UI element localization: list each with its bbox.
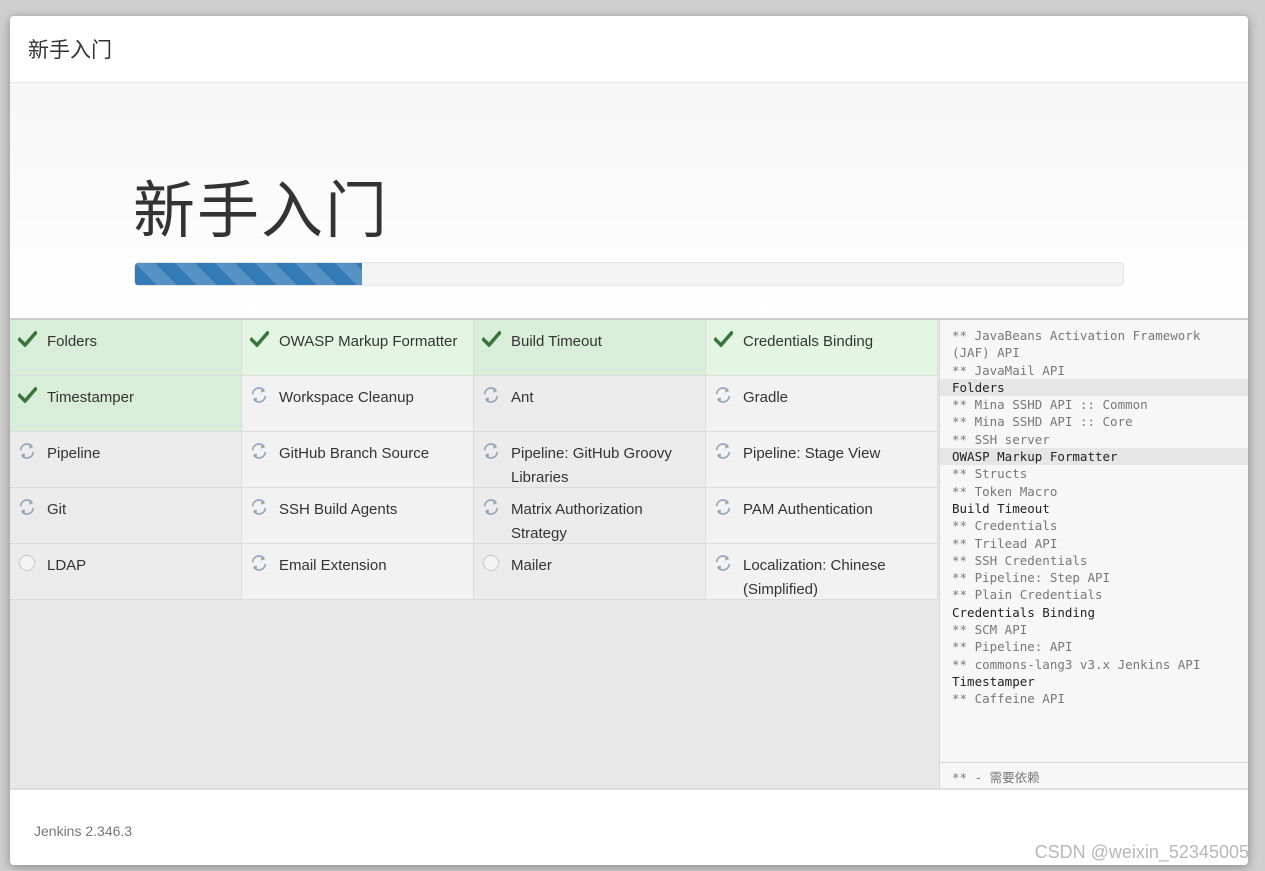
jenkins-version: Jenkins 2.346.3 <box>34 823 133 839</box>
plugin-name: LDAP <box>47 557 87 574</box>
log-dependency-line: ** JavaBeans Activation Framework (JAF) … <box>952 328 1208 361</box>
log-dependency-line: ** SSH server <box>952 431 1050 447</box>
check-icon <box>17 329 37 349</box>
plugin-item: Ant <box>474 376 706 432</box>
install-progress-bar <box>134 262 1124 286</box>
log-dependency-line: ** JavaMail API <box>952 362 1065 378</box>
plugin-item: Mailer <box>474 544 706 600</box>
spinner-icon <box>17 497 37 517</box>
watermark-text: CSDN @weixin_52345005 <box>1034 842 1249 862</box>
plugin-item: SSH Build Agents <box>242 488 474 544</box>
plugin-name: OWASP Markup Formatter <box>279 333 458 350</box>
plugin-name: Email Extension <box>279 557 387 574</box>
log-dependency-line: ** SSH Credentials <box>952 552 1088 568</box>
log-dependency-line: ** Caffeine API <box>952 691 1065 707</box>
log-dependency-line: ** Mina SSHD API :: Core <box>952 414 1133 430</box>
plugin-name: PAM Authentication <box>743 501 873 518</box>
log-plugin-line: Folders <box>940 378 1248 397</box>
plugin-name: Credentials Binding <box>743 333 874 350</box>
plugin-item: OWASP Markup Formatter <box>242 320 474 376</box>
install-log: ** JavaBeans Activation Framework (JAF) … <box>940 320 1248 708</box>
plugin-name: SSH Build Agents <box>279 501 398 518</box>
log-dependency-line: ** Plain Credentials <box>952 587 1103 603</box>
plugin-item: Matrix Authorization Strategy <box>474 488 706 544</box>
hero-section: 新手入门 <box>10 83 1248 317</box>
log-dependency-line: ** Token Macro <box>952 483 1058 499</box>
install-area: Folders OWASP Markup Formatter Build Timeo… <box>10 318 1248 790</box>
spinner-icon <box>249 553 269 573</box>
plugin-name: Matrix Authorization Strategy <box>511 501 643 542</box>
log-dependency-line: ** Structs <box>952 466 1028 482</box>
circle-icon <box>17 553 37 573</box>
plugin-item: Pipeline: GitHub Groovy Libraries <box>474 432 706 488</box>
spinner-icon <box>713 441 733 461</box>
log-plugin-line: Build Timeout <box>952 500 1050 516</box>
spinner-icon <box>249 441 269 461</box>
plugin-item: Pipeline <box>10 432 242 488</box>
log-plugin-line: Timestamper <box>952 673 1035 689</box>
spinner-icon <box>713 497 733 517</box>
log-plugin-line: OWASP Markup Formatter <box>940 448 1248 466</box>
check-icon <box>713 329 733 349</box>
log-dependency-line: ** Pipeline: API <box>952 639 1073 655</box>
plugin-name: Git <box>47 501 67 518</box>
spinner-icon <box>481 441 501 461</box>
log-dependency-line: ** Trilead API <box>952 535 1058 551</box>
install-log-panel[interactable]: ** JavaBeans Activation Framework (JAF) … <box>939 320 1248 790</box>
hero-title: 新手入门 <box>133 177 390 246</box>
log-dependency-line: ** Credentials <box>952 518 1058 534</box>
plugin-item: Build Timeout <box>474 320 706 376</box>
spinner-icon <box>713 385 733 405</box>
plugin-item: Gradle <box>706 376 938 432</box>
circle-icon <box>481 553 501 573</box>
log-dependency-line: ** Pipeline: Step API <box>952 570 1111 586</box>
spinner-icon <box>713 553 733 573</box>
plugin-item: GitHub Branch Source <box>242 432 474 488</box>
plugin-item: PAM Authentication <box>706 488 938 544</box>
plugin-name: GitHub Branch Source <box>279 445 430 462</box>
dialog-title: 新手入门 <box>28 39 112 62</box>
plugin-item: Timestamper <box>10 376 242 432</box>
log-plugin-line: Credentials Binding <box>952 604 1095 620</box>
setup-wizard-dialog: 新手入门 新手入门 Folders OWASP Markup Formatter B… <box>10 16 1248 865</box>
plugin-name: Gradle <box>743 389 789 406</box>
plugin-name: Timestamper <box>47 389 134 406</box>
plugin-name: Pipeline: GitHub Groovy Libraries <box>511 445 672 486</box>
plugin-item: Email Extension <box>242 544 474 600</box>
spinner-icon <box>249 385 269 405</box>
plugin-item: Folders <box>10 320 242 376</box>
plugin-name: Pipeline <box>47 445 101 462</box>
plugin-item: Git <box>10 488 242 544</box>
plugin-item: Credentials Binding <box>706 320 938 376</box>
plugin-item: Workspace Cleanup <box>242 376 474 432</box>
plugin-name: Localization: Chinese (Simplified) <box>743 557 886 598</box>
spinner-icon <box>481 497 501 517</box>
plugin-name: Pipeline: Stage View <box>743 445 881 462</box>
plugin-name: Workspace Cleanup <box>279 389 414 406</box>
plugin-name: Ant <box>511 389 534 406</box>
progress-fill <box>135 263 363 285</box>
spinner-icon <box>249 497 269 517</box>
plugin-name: Build Timeout <box>511 333 602 350</box>
log-dependency-line: ** commons-lang3 v3.x Jenkins API <box>952 656 1201 672</box>
plugin-item: Localization: Chinese (Simplified) <box>706 544 938 600</box>
check-icon <box>17 385 37 405</box>
plugin-item: LDAP <box>10 544 242 600</box>
log-legend: ** - 需要依赖 <box>940 762 1248 790</box>
plugin-item: Pipeline: Stage View <box>706 432 938 488</box>
check-icon <box>249 329 269 349</box>
spinner-icon <box>17 441 37 461</box>
plugin-name: Mailer <box>511 557 552 574</box>
plugin-name: Folders <box>47 333 98 350</box>
plugin-grid: Folders OWASP Markup Formatter Build Timeo… <box>10 320 939 600</box>
check-icon <box>481 329 501 349</box>
log-dependency-line: ** SCM API <box>952 622 1028 638</box>
log-dependency-line: ** Mina SSHD API :: Common <box>952 397 1148 413</box>
dialog-header: 新手入门 <box>10 16 1248 83</box>
spinner-icon <box>481 385 501 405</box>
